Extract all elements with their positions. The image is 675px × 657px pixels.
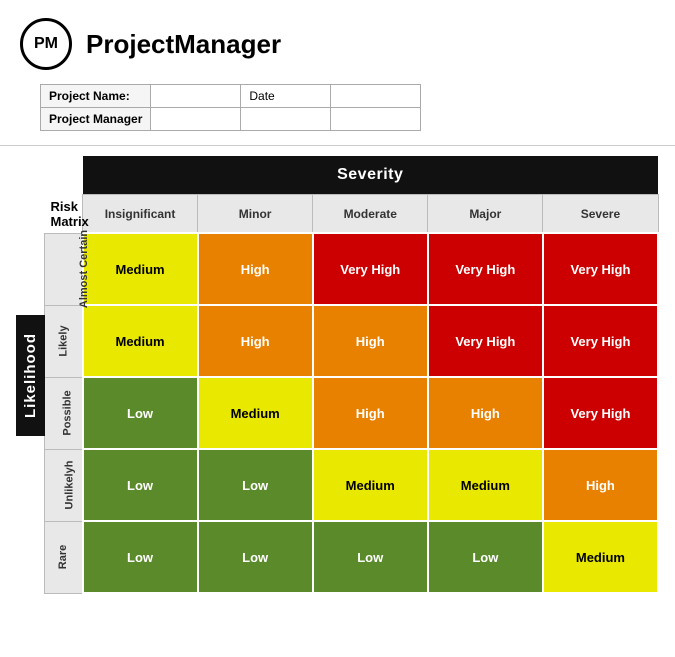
risk-cell-r4-c1: Low bbox=[198, 521, 313, 593]
likelihood-label: Likelihood bbox=[16, 315, 45, 436]
risk-cell-r2-c3: High bbox=[428, 377, 543, 449]
row-label-1: Likely bbox=[45, 305, 83, 377]
risk-cell-r3-c1: Low bbox=[198, 449, 313, 521]
risk-cell-r0-c0: Medium bbox=[83, 233, 198, 305]
project-name-label: Project Name: bbox=[41, 85, 151, 108]
risk-cell-r3-c0: Low bbox=[83, 449, 198, 521]
matrix-row: PossibleLowMediumHighHighVery High bbox=[45, 377, 659, 449]
severity-header: Severity bbox=[83, 156, 659, 195]
row-label-4: Rare bbox=[45, 521, 83, 593]
manager-value[interactable] bbox=[151, 108, 241, 131]
risk-cell-r1-c2: High bbox=[313, 305, 428, 377]
logo: PM bbox=[20, 18, 72, 70]
risk-cell-r4-c2: Low bbox=[313, 521, 428, 593]
manager-label: Project Manager bbox=[41, 108, 151, 131]
risk-cell-r0-c4: Very High bbox=[543, 233, 658, 305]
matrix-wrap: Severity Risk Matrix Insignificant Minor… bbox=[44, 156, 659, 594]
risk-cell-r3-c3: Medium bbox=[428, 449, 543, 521]
col-header-moderate: Moderate bbox=[313, 195, 428, 234]
risk-cell-r0-c2: Very High bbox=[313, 233, 428, 305]
matrix-container: Likelihood Severity Risk Matrix Insignif… bbox=[0, 146, 675, 604]
col-header-major: Major bbox=[428, 195, 543, 234]
project-info-table: Project Name: Date Project Manager bbox=[40, 84, 421, 131]
row-label-3: Unlikelyh bbox=[45, 449, 83, 521]
risk-cell-r3-c2: Medium bbox=[313, 449, 428, 521]
risk-cell-r4-c4: Medium bbox=[543, 521, 658, 593]
risk-cell-r0-c3: Very High bbox=[428, 233, 543, 305]
risk-cell-r1-c4: Very High bbox=[543, 305, 658, 377]
project-name-value[interactable] bbox=[151, 85, 241, 108]
risk-cell-r4-c3: Low bbox=[428, 521, 543, 593]
risk-matrix-table: Severity Risk Matrix Insignificant Minor… bbox=[44, 156, 659, 594]
risk-cell-r1-c1: High bbox=[198, 305, 313, 377]
col-header-insignificant: Insignificant bbox=[83, 195, 198, 234]
risk-cell-r3-c4: High bbox=[543, 449, 658, 521]
risk-cell-r1-c3: Very High bbox=[428, 305, 543, 377]
header: PM ProjectManager bbox=[0, 0, 675, 80]
matrix-row: Almost CertainMediumHighVery HighVery Hi… bbox=[45, 233, 659, 305]
risk-cell-r2-c2: High bbox=[313, 377, 428, 449]
col-header-minor: Minor bbox=[198, 195, 313, 234]
logo-text: PM bbox=[34, 35, 58, 53]
col-header-row: Risk Matrix Insignificant Minor Moderate… bbox=[45, 195, 659, 234]
risk-matrix-corner: Risk Matrix bbox=[45, 195, 83, 234]
row-label-0: Almost Certain bbox=[45, 233, 83, 305]
matrix-row: RareLowLowLowLowMedium bbox=[45, 521, 659, 593]
matrix-row: LikelyMediumHighHighVery HighVery High bbox=[45, 305, 659, 377]
empty-cell2 bbox=[331, 108, 421, 131]
severity-header-row: Severity bbox=[45, 156, 659, 195]
date-value[interactable] bbox=[331, 85, 421, 108]
app-title: ProjectManager bbox=[86, 29, 281, 60]
col-header-severe: Severe bbox=[543, 195, 658, 234]
risk-matrix-label bbox=[45, 156, 83, 195]
empty-cell bbox=[241, 108, 331, 131]
row-label-2: Possible bbox=[45, 377, 83, 449]
date-label: Date bbox=[241, 85, 331, 108]
risk-cell-r2-c1: Medium bbox=[198, 377, 313, 449]
matrix-row: UnlikelyhLowLowMediumMediumHigh bbox=[45, 449, 659, 521]
risk-cell-r1-c0: Medium bbox=[83, 305, 198, 377]
risk-cell-r4-c0: Low bbox=[83, 521, 198, 593]
likelihood-label-wrap: Likelihood bbox=[16, 156, 44, 594]
risk-cell-r0-c1: High bbox=[198, 233, 313, 305]
risk-cell-r2-c4: Very High bbox=[543, 377, 658, 449]
risk-cell-r2-c0: Low bbox=[83, 377, 198, 449]
